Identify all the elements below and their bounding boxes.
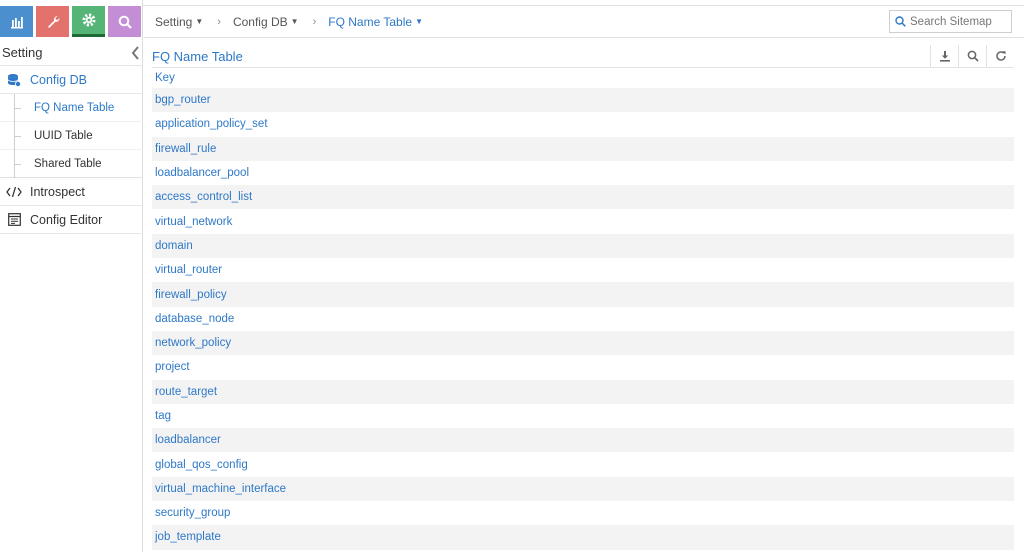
table-row[interactable]: security_group [152,501,1014,525]
table-row[interactable]: job_template [152,525,1014,550]
collapse-sidebar-button[interactable] [129,45,141,61]
table-row[interactable]: tag [152,404,1014,428]
download-button[interactable] [930,45,958,67]
chevron-left-icon [131,45,139,60]
monitor-tab[interactable] [0,6,33,37]
sidebar-item-uuid-table[interactable]: UUID Table [0,121,143,150]
sidebar-item-label: FQ Name Table [34,101,115,114]
sidebar-item-label: Introspect [30,184,85,199]
search-button[interactable] [958,45,986,67]
tree-branch [14,121,26,150]
tree-branch [14,93,26,122]
breadcrumb: Setting ▼ › Config DB ▼ › FQ Name Table … [144,6,1024,38]
sidebar-item-label: Shared Table [34,157,102,170]
tree-branch [14,149,26,178]
refresh-icon [995,51,1006,61]
query-tab[interactable] [108,6,141,37]
sidebar-item-label: UUID Table [34,129,93,142]
caret-down-icon: ▼ [195,17,204,26]
grid-body: bgp_router application_policy_set firewa… [152,88,1014,550]
sidebar-title: Setting [2,45,43,60]
sidebar-item-shared-table[interactable]: Shared Table [0,149,143,178]
table-row[interactable]: route_target [152,379,1014,404]
search-sitemap [889,10,1012,33]
search-icon [967,50,979,62]
table-row[interactable]: loadbalancer_pool [152,161,1014,185]
breadcrumb-label: Config DB [232,14,288,29]
table-row[interactable]: access_control_list [152,185,1014,210]
column-header-key[interactable]: Key [152,68,1014,88]
search-input[interactable] [910,15,1008,28]
breadcrumb-label: FQ Name Table [328,14,413,29]
sidebar-header: Setting [0,40,143,66]
gear-icon [82,13,95,27]
table-row[interactable]: database_node [152,307,1014,331]
sidebar-item-config-db[interactable]: Config DB [0,66,143,94]
configure-tab[interactable] [36,6,69,37]
table-row[interactable]: project [152,355,1014,379]
breadcrumb-label: Setting [155,14,193,29]
app-tabs [0,6,144,38]
setting-tab[interactable] [72,6,105,37]
wrench-icon [47,15,60,28]
fq-name-grid: Key bgp_router application_policy_set fi… [152,68,1014,550]
table-row[interactable]: bgp_router [152,88,1014,113]
table-row[interactable]: virtual_network [152,209,1014,233]
refresh-button[interactable] [986,45,1014,67]
table-row[interactable]: loadbalancer [152,428,1014,453]
caret-down-icon: ▼ [290,17,299,26]
table-row[interactable]: domain [152,233,1014,259]
bar-chart-icon [10,16,23,28]
sidebar-nav: Config DB FQ Name Table UUID Table Share… [0,66,143,234]
page-title: FQ Name Table [152,48,243,64]
table-row[interactable]: virtual_machine_interface [152,476,1014,502]
sidebar-item-label: Config DB [30,72,87,87]
download-icon [939,51,950,62]
code-icon [6,184,22,200]
sidebar-item-label: Config Editor [30,212,103,227]
table-row[interactable]: application_policy_set [152,112,1014,136]
table-row[interactable]: firewall_policy [152,282,1014,307]
table-row[interactable]: global_qos_config [152,452,1014,476]
sidebar-item-config-editor[interactable]: Config Editor [0,206,143,234]
breadcrumb-config-db[interactable]: Config DB ▼ [233,15,299,29]
breadcrumb-separator-icon: › [312,15,317,28]
database-icon [6,72,22,88]
magnifier-icon [118,15,132,29]
panel-header: FQ Name Table [152,45,1014,67]
sidebar-item-introspect[interactable]: Introspect [0,178,143,206]
search-icon [895,16,906,27]
breadcrumb-setting[interactable]: Setting ▼ [155,15,203,29]
table-row[interactable]: network_policy [152,330,1014,356]
caret-down-icon: ▼ [415,17,423,26]
sidebar-item-fq-name-table[interactable]: FQ Name Table [0,93,143,122]
editor-icon [6,212,22,228]
breadcrumb-fq-name-table[interactable]: FQ Name Table ▼ [328,15,423,29]
sidebar: Setting Config DB FQ Name Table UUID Tab… [0,0,143,552]
panel-toolbar [930,45,1014,67]
breadcrumb-separator-icon: › [217,15,221,28]
table-row[interactable]: firewall_rule [152,136,1014,161]
table-row[interactable]: virtual_router [152,258,1014,282]
main-content: FQ Name Table Key bgp_router application… [144,38,1024,552]
